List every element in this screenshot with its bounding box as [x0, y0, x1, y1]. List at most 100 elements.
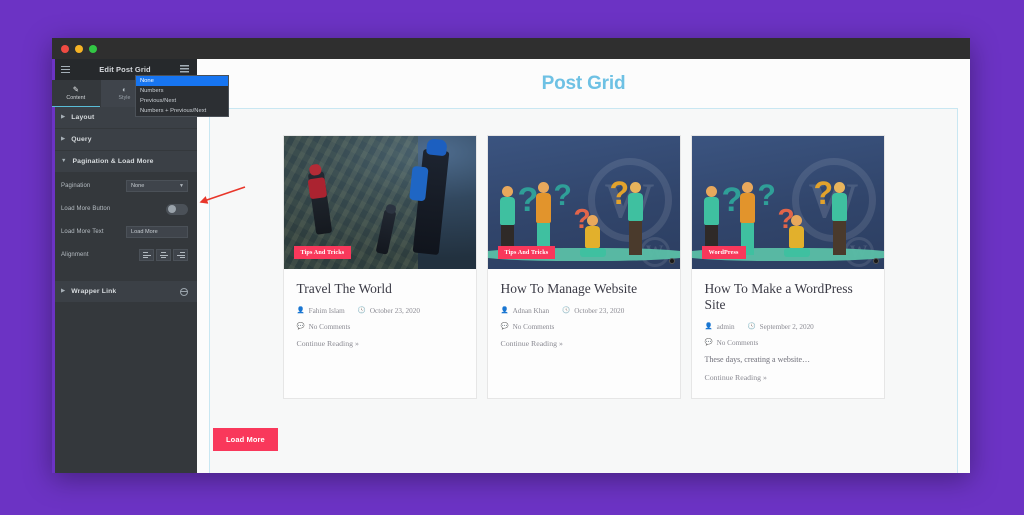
post-author-name: admin: [716, 323, 735, 331]
decorative-figure: [739, 182, 755, 255]
maximize-window-button[interactable]: [89, 44, 97, 53]
pagination-select[interactable]: None ▼: [126, 180, 188, 192]
hamburger-icon[interactable]: [61, 65, 70, 74]
decorative-figure: [535, 182, 551, 255]
category-badge[interactable]: WordPress: [701, 246, 746, 259]
post-card[interactable]: Tips And Tricks Travel The World 👤 Fahim…: [282, 135, 477, 399]
panel-accent-bar: [52, 59, 55, 473]
section-pagination-load-more[interactable]: ▼ Pagination & Load More: [52, 151, 197, 173]
tab-content-label: Content: [66, 95, 86, 101]
load-more-text-row: Load More Text Load More: [61, 226, 188, 238]
clock-icon: 🕓: [357, 306, 366, 314]
post-card[interactable]: ? ? ? ? WordPress: [690, 135, 885, 399]
align-center-icon: [159, 252, 168, 258]
minimize-window-button[interactable]: [75, 44, 83, 53]
close-window-button[interactable]: [61, 44, 69, 53]
post-excerpt: These days, creating a website…: [704, 355, 811, 364]
tab-content[interactable]: ✎ Content: [52, 80, 101, 107]
post-cards-row: Tips And Tricks Travel The World 👤 Fahim…: [210, 135, 957, 399]
question-mark-icon: ?: [813, 175, 834, 211]
pencil-icon: ✎: [72, 85, 79, 94]
post-comments: 💬 No Comments: [297, 323, 463, 331]
align-left-button[interactable]: [139, 249, 154, 261]
decorative-figure: [783, 215, 810, 257]
read-more-link[interactable]: Continue Reading »: [297, 339, 463, 348]
post-meta: 👤 Adnan Khan 🕓 October 23, 2020: [501, 307, 667, 315]
align-right-button[interactable]: [173, 249, 188, 261]
decorative-figure: [831, 182, 847, 255]
post-thumbnail[interactable]: ? ? ? ? Tips And Tricks: [487, 136, 680, 269]
load-more-button-toggle[interactable]: [166, 203, 188, 215]
dropdown-option-numbers-previous-next[interactable]: Numbers + Previous/Next: [136, 106, 228, 116]
pagination-selected-value: None: [131, 183, 145, 189]
post-thumbnail[interactable]: Tips And Tricks: [283, 136, 476, 269]
post-comments: 💬 No Comments: [705, 339, 871, 347]
post-comments-value: No Comments: [308, 323, 351, 331]
user-icon: 👤: [500, 306, 509, 314]
browser-window: Edit Post Grid ✎ Content ◐ Style ⚙ Advan…: [52, 38, 970, 473]
post-date-value: September 2, 2020: [759, 323, 814, 331]
pagination-dropdown-list[interactable]: None Numbers Previous/Next Numbers + Pre…: [135, 75, 229, 117]
align-right-icon: [176, 252, 185, 258]
post-title[interactable]: Travel The World: [297, 281, 463, 297]
post-date-value: October 23, 2020: [574, 307, 625, 315]
panel-title: Edit Post Grid: [99, 65, 151, 74]
pagination-label: Pagination: [61, 183, 91, 189]
pagination-row: Pagination None ▼: [61, 180, 188, 192]
comment-icon: 💬: [704, 338, 713, 346]
section-pagination-label: Pagination & Load More: [72, 158, 154, 165]
chevron-right-icon: ▶: [61, 113, 66, 120]
user-icon: 👤: [704, 322, 713, 330]
post-date: 🕓 October 23, 2020: [358, 307, 420, 315]
clock-icon: 🕓: [562, 306, 571, 314]
clock-icon: 🕓: [747, 322, 756, 330]
post-author: 👤 Fahim Islam: [297, 307, 345, 315]
preview-canvas: Post Grid Tips And Tricks Travel The Wor…: [197, 59, 970, 473]
section-layout-label: Layout: [71, 114, 95, 121]
chevron-down-icon: ▼: [61, 157, 67, 164]
decorative-figure: [499, 186, 515, 255]
read-more-link[interactable]: Continue Reading »: [705, 373, 871, 382]
grid-icon[interactable]: [180, 65, 189, 74]
image-marker-icon: [668, 258, 675, 264]
comment-icon: 💬: [296, 322, 305, 330]
load-more-button-row: Load More Button: [61, 203, 188, 215]
question-mark-icon: ?: [757, 179, 776, 212]
chevron-right-icon: ▶: [61, 135, 66, 142]
post-meta: 👤 admin 🕓 September 2, 2020: [705, 323, 871, 331]
pagination-controls: Pagination None ▼ Load More Button Load …: [52, 75, 229, 281]
load-more-text-value: Load More: [131, 229, 158, 235]
category-badge[interactable]: Tips And Tricks: [497, 246, 556, 259]
section-wrapper-link[interactable]: ▶ Wrapper Link: [52, 281, 197, 303]
post-title[interactable]: How To Manage Website: [501, 281, 667, 297]
post-card-body: How To Manage Website 👤 Adnan Khan 🕓 Oct…: [488, 269, 680, 378]
comment-icon: 💬: [500, 322, 509, 330]
image-marker-icon: [872, 258, 879, 264]
question-mark-icon: ?: [553, 179, 572, 212]
page-title: Post Grid: [541, 73, 626, 94]
category-badge[interactable]: Tips And Tricks: [293, 246, 352, 259]
section-query[interactable]: ▶ Query: [52, 129, 197, 151]
post-thumbnail[interactable]: ? ? ? ? WordPress: [691, 136, 884, 269]
post-title[interactable]: How To Make a WordPress Site: [705, 281, 871, 313]
align-center-button[interactable]: [156, 249, 171, 261]
load-more-button-label: Load More Button: [61, 206, 111, 212]
post-author-name: Adnan Khan: [512, 307, 550, 315]
post-date-value: October 23, 2020: [369, 307, 420, 315]
chevron-down-icon: ▼: [179, 182, 184, 189]
alignment-button-group: [139, 249, 188, 261]
load-more-button[interactable]: Load More: [213, 428, 278, 451]
globe-icon: [180, 287, 188, 296]
load-more-text-input[interactable]: Load More: [126, 226, 188, 238]
section-wrapper-link-label: Wrapper Link: [71, 288, 117, 295]
alignment-label: Alignment: [61, 252, 89, 258]
post-card[interactable]: ? ? ? ? Tips And Tricks: [486, 135, 681, 399]
decorative-figure: [579, 215, 606, 257]
user-icon: 👤: [296, 306, 305, 314]
contrast-icon: ◐: [122, 85, 127, 94]
elementor-panel: Edit Post Grid ✎ Content ◐ Style ⚙ Advan…: [52, 59, 229, 473]
post-date: 🕓 October 23, 2020: [562, 307, 624, 315]
read-more-link[interactable]: Continue Reading »: [501, 339, 667, 348]
alignment-row: Alignment: [61, 249, 188, 261]
tab-style-label: Style: [118, 95, 131, 101]
